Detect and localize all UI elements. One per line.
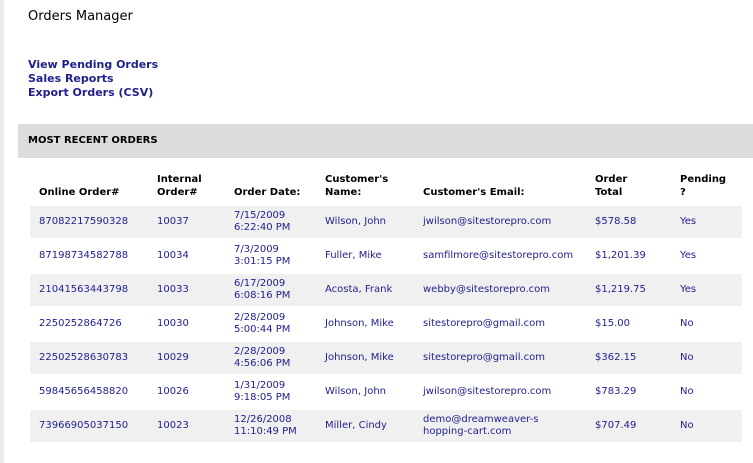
table-row: 73966905037150 10023 12/26/2008 11:10:49… xyxy=(30,410,742,442)
pending-cell: No xyxy=(671,308,742,340)
online-order-link[interactable]: 59845656458820 xyxy=(30,376,148,408)
internal-order-link[interactable]: 10029 xyxy=(148,342,225,374)
online-order-link[interactable]: 87198734582788 xyxy=(30,240,148,272)
pending-cell: Yes xyxy=(671,206,742,238)
order-total-cell: $707.49 xyxy=(586,410,671,442)
online-order-link[interactable]: 87082217590328 xyxy=(30,206,148,238)
customer-name-cell: Miller, Cindy xyxy=(316,410,414,442)
section-header-bar: MOST RECENT ORDERS xyxy=(18,124,753,158)
pending-cell: Yes xyxy=(671,240,742,272)
table-row: 22502528630783 10029 2/28/2009 4:56:06 P… xyxy=(30,342,742,374)
customer-name-cell: Acosta, Frank xyxy=(316,274,414,306)
pending-cell: No xyxy=(671,410,742,442)
internal-order-link[interactable]: 10026 xyxy=(148,376,225,408)
pending-cell: Yes xyxy=(671,274,742,306)
online-order-link[interactable]: 2250252864726 xyxy=(30,308,148,340)
page-title: Orders Manager xyxy=(28,9,133,24)
order-total-cell: $578.58 xyxy=(586,206,671,238)
internal-order-link[interactable]: 10034 xyxy=(148,240,225,272)
table-row: 21041563443798 10033 6/17/2009 6:08:16 P… xyxy=(30,274,742,306)
customer-name-cell: Fuller, Mike xyxy=(316,240,414,272)
header-order-date: Order Date: xyxy=(234,187,301,198)
header-internal-order: Internal Order# xyxy=(157,174,202,198)
customer-name-cell: Johnson, Mike xyxy=(316,308,414,340)
action-links: View Pending Orders Sales Reports Export… xyxy=(28,58,158,100)
order-total-cell: $1,219.75 xyxy=(586,274,671,306)
order-total-cell: $15.00 xyxy=(586,308,671,340)
orders-table: Online Order# Internal Order# Order Date… xyxy=(30,168,742,444)
header-online-order: Online Order# xyxy=(39,187,120,198)
customer-email-link[interactable]: webby@sitestorepro.com xyxy=(414,274,586,306)
online-order-link[interactable]: 73966905037150 xyxy=(30,410,148,442)
online-order-link[interactable]: 22502528630783 xyxy=(30,342,148,374)
internal-order-link[interactable]: 10030 xyxy=(148,308,225,340)
order-total-cell: $1,201.39 xyxy=(586,240,671,272)
order-date-cell: 12/26/2008 11:10:49 PM xyxy=(225,410,316,442)
customer-name-cell: Johnson, Mike xyxy=(316,342,414,374)
header-pending: Pending ? xyxy=(680,174,727,198)
order-date-cell: 1/31/2009 9:18:05 PM xyxy=(225,376,316,408)
online-order-link[interactable]: 21041563443798 xyxy=(30,274,148,306)
customer-email-link[interactable]: sitestorepro@gmail.com xyxy=(414,308,586,340)
customer-name-cell: Wilson, John xyxy=(316,376,414,408)
table-row: 59845656458820 10026 1/31/2009 9:18:05 P… xyxy=(30,376,742,408)
order-date-cell: 7/15/2009 6:22:40 PM xyxy=(225,206,316,238)
header-order-total: Order Total xyxy=(595,174,628,198)
internal-order-link[interactable]: 10033 xyxy=(148,274,225,306)
customer-email-link[interactable]: demo@dreamweaver-shopping-cart.com xyxy=(414,410,586,442)
customer-email-link[interactable]: sitestorepro@gmail.com xyxy=(414,342,586,374)
table-row: 87198734582788 10034 7/3/2009 3:01:15 PM… xyxy=(30,240,742,272)
order-date-cell: 6/17/2009 6:08:16 PM xyxy=(225,274,316,306)
section-title: MOST RECENT ORDERS xyxy=(28,135,158,146)
pending-cell: No xyxy=(671,342,742,374)
pending-cell: No xyxy=(671,376,742,408)
order-date-cell: 7/3/2009 3:01:15 PM xyxy=(225,240,316,272)
order-total-cell: $362.15 xyxy=(586,342,671,374)
customer-email-link[interactable]: jwilson@sitestorepro.com xyxy=(414,376,586,408)
header-customer-name: Customer's Name: xyxy=(325,174,389,198)
view-pending-orders-link[interactable]: View Pending Orders xyxy=(28,58,158,72)
customer-name-cell: Wilson, John xyxy=(316,206,414,238)
order-date-cell: 2/28/2009 4:56:06 PM xyxy=(225,342,316,374)
internal-order-link[interactable]: 10037 xyxy=(148,206,225,238)
customer-email-link[interactable]: samfilmore@sitestorepro.com xyxy=(414,240,586,272)
customer-email-link[interactable]: jwilson@sitestorepro.com xyxy=(414,206,586,238)
internal-order-link[interactable]: 10023 xyxy=(148,410,225,442)
export-orders-csv-link[interactable]: Export Orders (CSV) xyxy=(28,86,158,100)
header-customer-email: Customer's Email: xyxy=(423,187,525,198)
table-header-row: Online Order# Internal Order# Order Date… xyxy=(30,170,742,204)
order-date-cell: 2/28/2009 5:00:44 PM xyxy=(225,308,316,340)
order-total-cell: $783.29 xyxy=(586,376,671,408)
table-row: 2250252864726 10030 2/28/2009 5:00:44 PM… xyxy=(30,308,742,340)
sales-reports-link[interactable]: Sales Reports xyxy=(28,72,158,86)
table-row: 87082217590328 10037 7/15/2009 6:22:40 P… xyxy=(30,206,742,238)
left-border xyxy=(0,0,4,463)
